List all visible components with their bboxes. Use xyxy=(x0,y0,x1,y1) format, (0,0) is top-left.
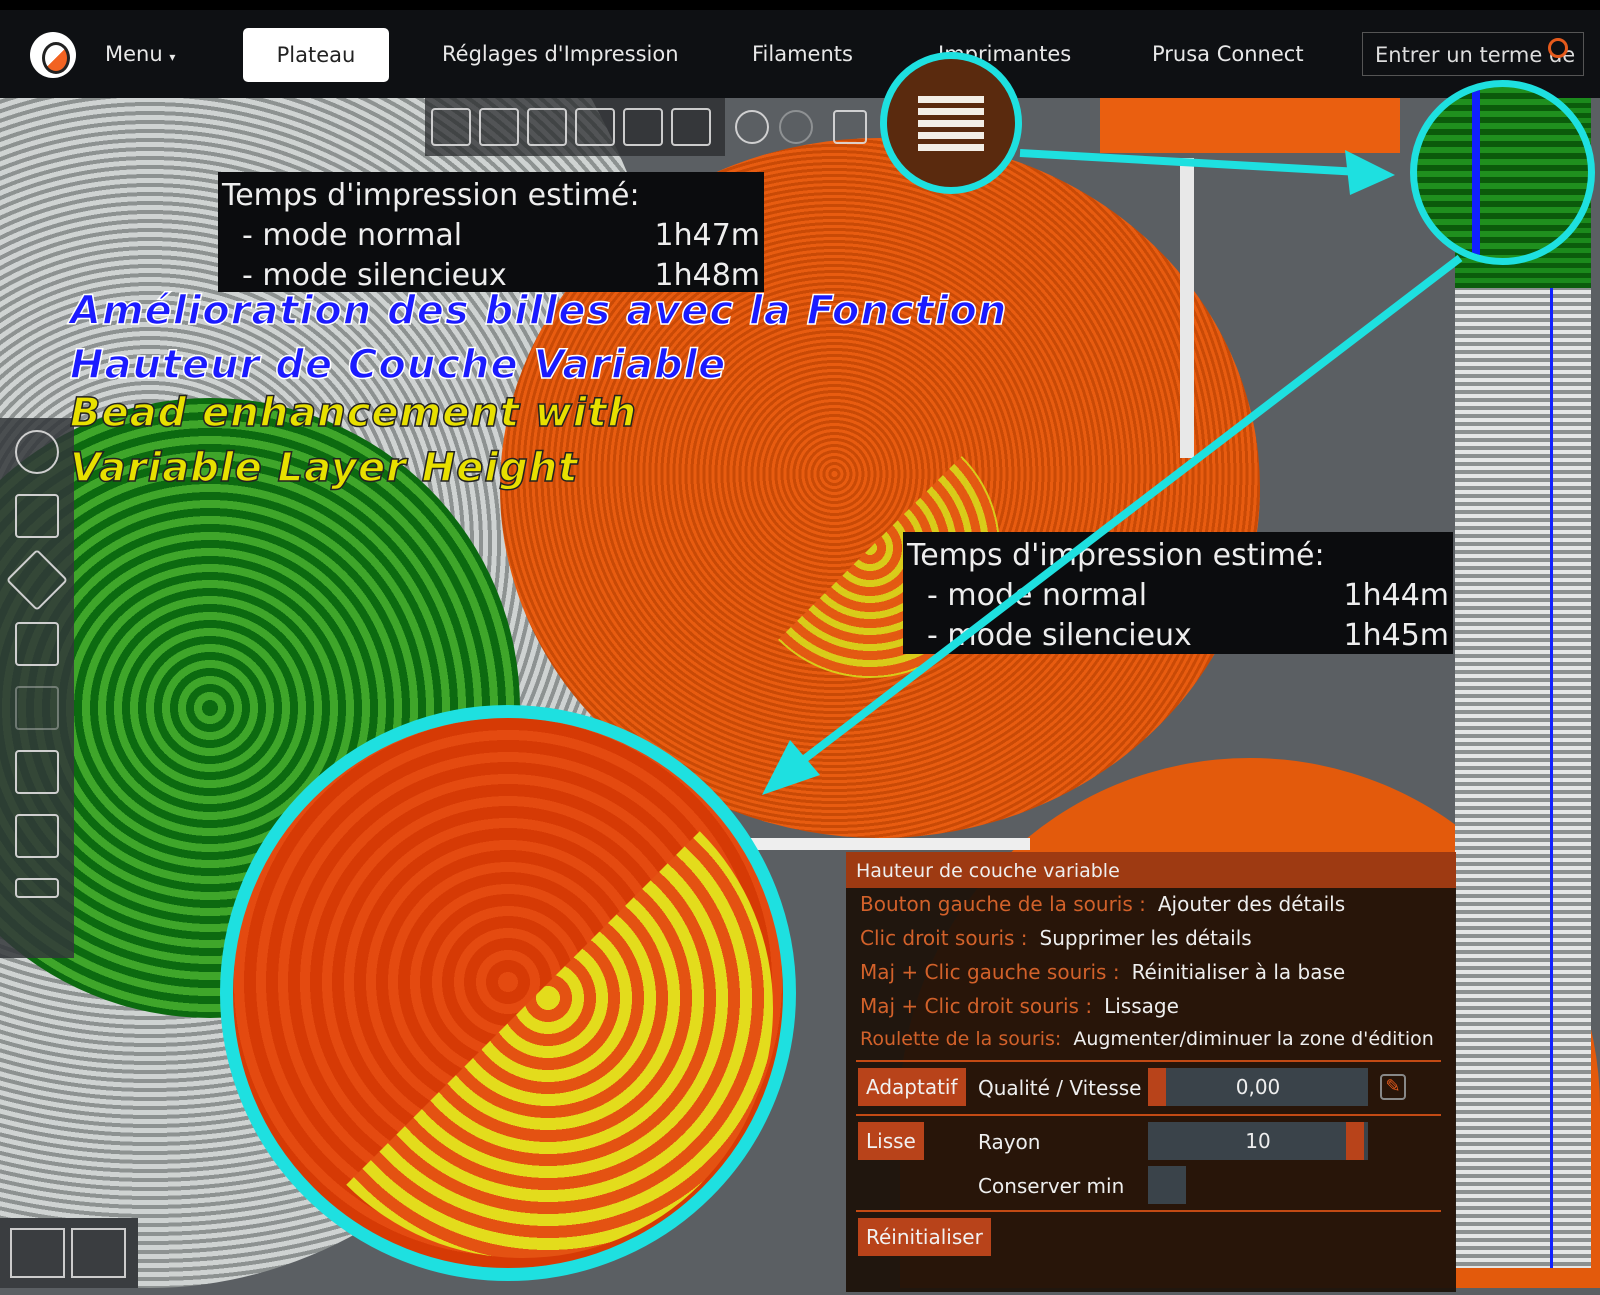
arrowhead xyxy=(1345,150,1395,195)
arrowhead xyxy=(762,740,820,795)
arrow-to-profile xyxy=(1019,149,1361,176)
callout-arrows xyxy=(762,149,1463,795)
arrow-to-rings xyxy=(787,254,1463,774)
